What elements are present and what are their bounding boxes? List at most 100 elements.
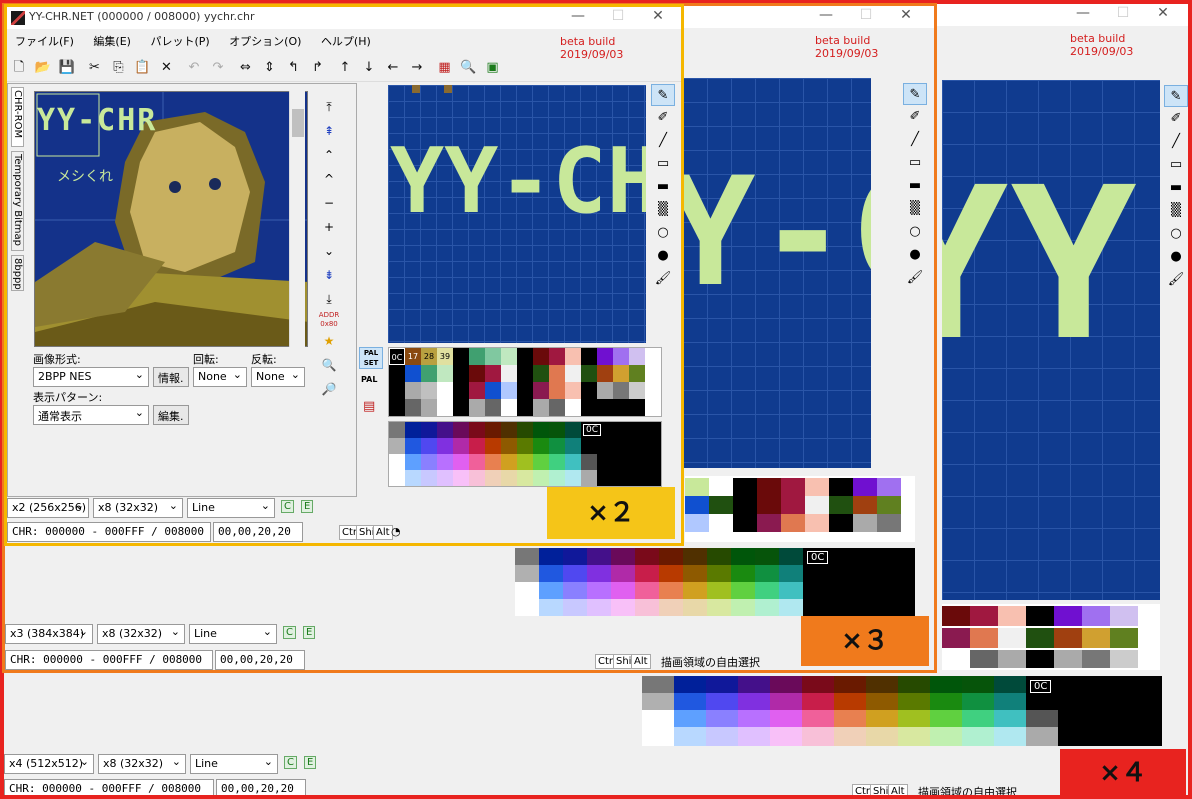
line-select-x2[interactable]: Line: [187, 498, 275, 518]
pattern-fill-icon[interactable]: ▒: [1164, 200, 1188, 222]
edit-toggle-icon[interactable]: E: [304, 756, 317, 769]
circle-fill-icon[interactable]: ●: [651, 245, 675, 267]
info-button[interactable]: 情報.: [153, 367, 189, 387]
color-grid-x2[interactable]: 0C: [388, 421, 662, 487]
properties-icon[interactable]: 🔍: [458, 57, 480, 79]
flip-select[interactable]: None: [251, 367, 305, 387]
pal-index-0[interactable]: 0C: [389, 348, 405, 365]
cut-icon[interactable]: ✂: [84, 57, 106, 79]
new-file-icon[interactable]: 🗋: [8, 57, 30, 79]
rotate-left-icon[interactable]: ↰: [283, 57, 305, 79]
tab-temporary-bitmap[interactable]: Temporary Bitmap: [11, 151, 24, 251]
plus-icon[interactable]: +: [318, 215, 340, 239]
rotate-select[interactable]: None: [193, 367, 247, 387]
palette-set-x2[interactable]: 0C 17 28 39: [388, 347, 662, 417]
zoom-select-x3[interactable]: x3 (384x384): [5, 624, 93, 644]
image-format-select[interactable]: 2BPP NES: [33, 367, 149, 387]
bucket-fill-icon[interactable]: 🖌: [651, 268, 675, 290]
zoom-select-x4[interactable]: x4 (512x512): [4, 754, 94, 774]
rect-fill-icon[interactable]: ▬: [1164, 177, 1188, 199]
close-button[interactable]: ✕: [635, 8, 681, 24]
line-icon[interactable]: ╱: [903, 129, 927, 151]
bucket-fill-icon[interactable]: 🖌: [903, 267, 927, 289]
chr-preview-image[interactable]: YY-CHR メシくれ: [34, 91, 308, 347]
flip-vertical-icon[interactable]: ⇕: [259, 57, 281, 79]
tab-chr-rom[interactable]: CHR-ROM: [11, 87, 24, 147]
close-button[interactable]: ✕: [1140, 5, 1186, 21]
editor-canvas-x4[interactable]: YY-CHR: [942, 80, 1160, 600]
edit-toggle-icon[interactable]: E: [301, 500, 314, 513]
editor-canvas-x3[interactable]: YY-CHR: [683, 78, 871, 468]
pattern-fill-icon[interactable]: ▒: [903, 198, 927, 220]
bucket-fill-icon[interactable]: 🖌: [1164, 269, 1188, 291]
page-up-fast-icon[interactable]: ⇞: [318, 119, 340, 143]
pal-index-1[interactable]: 17: [405, 348, 421, 365]
copy-icon[interactable]: ⎘: [108, 57, 130, 79]
palette-edit-icon[interactable]: ▦: [434, 57, 456, 79]
line-down-icon[interactable]: ⌄: [318, 239, 340, 263]
edit-pattern-button[interactable]: 編集.: [153, 405, 189, 425]
line-select-x4[interactable]: Line: [190, 754, 278, 774]
preview-scrollbar[interactable]: [289, 91, 305, 347]
rotate-right-icon[interactable]: ↱: [307, 57, 329, 79]
pen-icon[interactable]: ✎: [651, 84, 675, 106]
pen-thin-icon[interactable]: ✐: [651, 107, 675, 129]
line-select-x3[interactable]: Line: [189, 624, 277, 644]
edit-toggle-icon[interactable]: E: [303, 626, 316, 639]
grid-toggle-icon[interactable]: C: [283, 626, 296, 639]
line-icon[interactable]: ╱: [1164, 131, 1188, 153]
display-pattern-select[interactable]: 通常表示: [33, 405, 149, 425]
pal-button[interactable]: PAL: [361, 375, 377, 384]
star-bookmark-icon[interactable]: ★: [318, 329, 340, 353]
flip-horizontal-icon[interactable]: ⇔: [235, 57, 257, 79]
palette-set-x3[interactable]: [685, 476, 915, 542]
page-up-icon[interactable]: ⌃: [318, 143, 340, 167]
menu-edit[interactable]: 編集(E): [85, 29, 139, 53]
jump-top-icon[interactable]: ⤒: [318, 95, 340, 119]
pal-index-3[interactable]: 39: [437, 348, 453, 365]
pen-icon[interactable]: ✎: [903, 83, 927, 105]
zoom-out-icon[interactable]: 🔎: [318, 377, 340, 401]
color-grid-x4[interactable]: 0C: [642, 676, 1162, 746]
shift-up-icon[interactable]: ↑: [334, 57, 356, 79]
rect-fill-icon[interactable]: ▬: [651, 176, 675, 198]
delete-icon[interactable]: ✕: [156, 57, 178, 79]
menu-help[interactable]: ヘルプ(H): [313, 29, 379, 53]
save-bitmap-icon[interactable]: ▣: [482, 57, 504, 79]
shift-down-icon[interactable]: ↓: [358, 57, 380, 79]
redo-icon[interactable]: ↷: [207, 57, 229, 79]
line-up-icon[interactable]: ^: [318, 167, 340, 191]
color-grid-x3[interactable]: 0C: [515, 548, 915, 616]
tab-8bppp[interactable]: 8bppp: [11, 255, 24, 291]
pattern-fill-icon[interactable]: ▒: [651, 199, 675, 221]
rect-icon[interactable]: ▭: [1164, 154, 1188, 176]
page-down-fast-icon[interactable]: ⇟: [318, 263, 340, 287]
zoom-select-x2[interactable]: x2 (256x256): [7, 498, 89, 518]
paste-icon[interactable]: 📋: [132, 57, 154, 79]
line-icon[interactable]: ╱: [651, 130, 675, 152]
circle-icon[interactable]: ○: [1164, 223, 1188, 245]
rect-icon[interactable]: ▭: [903, 152, 927, 174]
rect-icon[interactable]: ▭: [651, 153, 675, 175]
menu-file[interactable]: ファイル(F): [7, 29, 82, 53]
shift-left-icon[interactable]: ←: [382, 57, 404, 79]
circle-fill-icon[interactable]: ●: [1164, 246, 1188, 268]
circle-icon[interactable]: ○: [651, 222, 675, 244]
editor-canvas-x2[interactable]: YY-CHR: [388, 85, 646, 343]
grid-select-x4[interactable]: x8 (32x32): [98, 754, 186, 774]
palette-tool-icon[interactable]: ▤: [363, 399, 375, 414]
zoom-in-icon[interactable]: 🔍: [318, 353, 340, 377]
close-button[interactable]: ✕: [883, 7, 929, 23]
circle-icon[interactable]: ○: [903, 221, 927, 243]
open-folder-icon[interactable]: 📂: [32, 57, 54, 79]
palette-set-x4[interactable]: [942, 604, 1160, 670]
grid-toggle-icon[interactable]: C: [281, 500, 294, 513]
jump-bottom-icon[interactable]: ⤓: [318, 287, 340, 311]
grid-select-x3[interactable]: x8 (32x32): [97, 624, 185, 644]
pen-thin-icon[interactable]: ✐: [1164, 108, 1188, 130]
rect-fill-icon[interactable]: ▬: [903, 175, 927, 197]
pen-thin-icon[interactable]: ✐: [903, 106, 927, 128]
grid-toggle-icon[interactable]: C: [284, 756, 297, 769]
circle-fill-icon[interactable]: ●: [903, 244, 927, 266]
pen-icon[interactable]: ✎: [1164, 85, 1188, 107]
